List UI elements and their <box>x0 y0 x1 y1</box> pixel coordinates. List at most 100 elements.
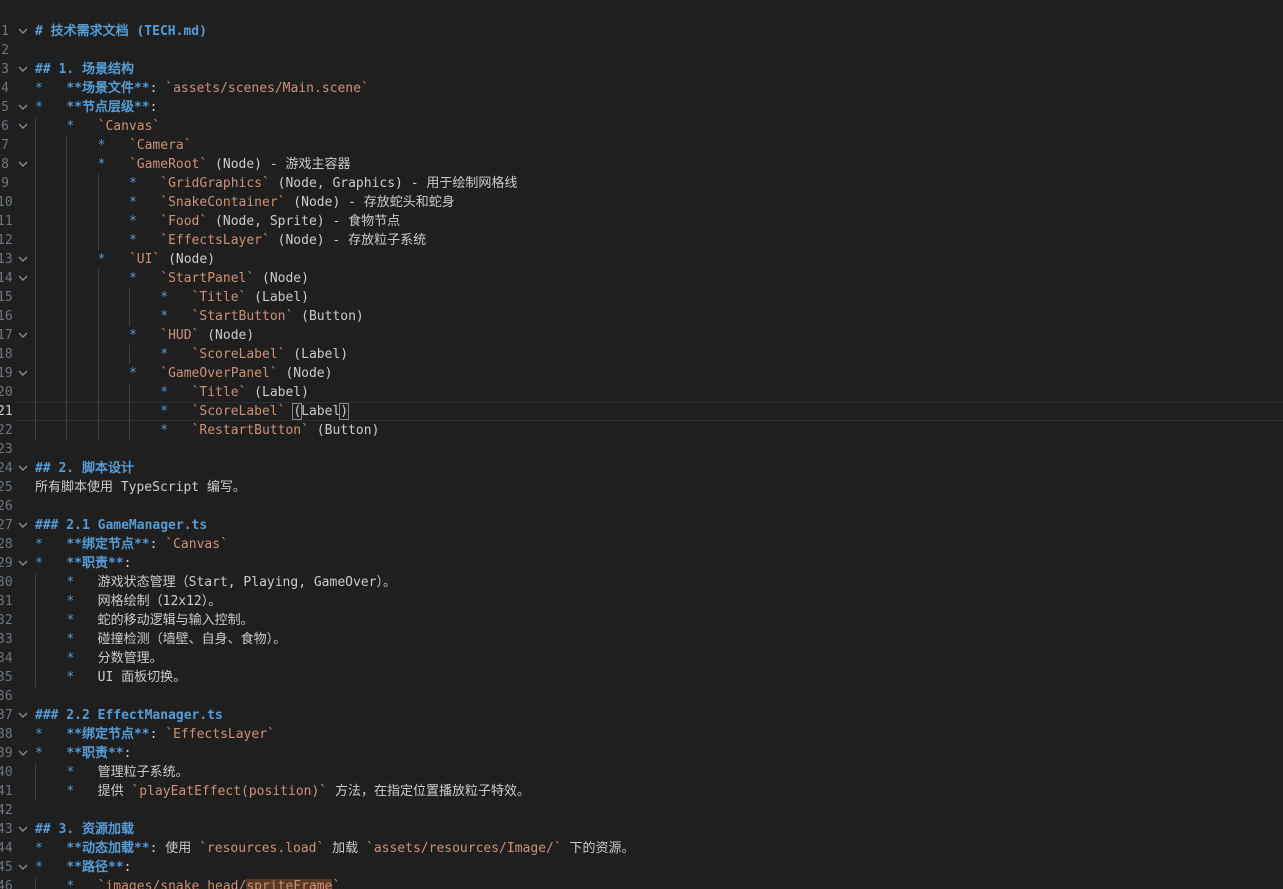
editor-line[interactable]: 3 ## 1. 场景结构 <box>0 60 1283 79</box>
editor-line[interactable]: 38 * **绑定节点**: `EffectsLayer` <box>0 725 1283 744</box>
line-content: * **绑定节点**: `EffectsLayer` <box>35 725 275 744</box>
fold-chevron-icon[interactable] <box>16 60 30 79</box>
editor-line[interactable]: 12 * `EffectsLayer` (Node) - 存放粒子系统 <box>0 231 1283 250</box>
fold-chevron-icon[interactable] <box>16 516 30 535</box>
fold-chevron-icon[interactable] <box>16 269 30 288</box>
editor-line[interactable]: 27 ### 2.1 GameManager.ts <box>0 516 1283 535</box>
editor-line[interactable]: 31 * 网格绘制（12x12）。 <box>0 592 1283 611</box>
editor-line[interactable]: 43 ## 3. 资源加载 <box>0 820 1283 839</box>
token-bullet: * <box>160 423 192 438</box>
token-h: ### 2.1 GameManager.ts <box>35 518 208 533</box>
token-code: `StartPanel` <box>160 271 255 286</box>
editor-line[interactable]: 28 * **绑定节点**: `Canvas` <box>0 535 1283 554</box>
editor-line[interactable]: 16 * `StartButton` (Button) <box>0 307 1283 326</box>
line-content: * `Canvas` <box>35 117 160 136</box>
editor-line[interactable]: 45 * **路径**: <box>0 858 1283 877</box>
fold-chevron-icon[interactable] <box>16 98 30 117</box>
token-bullet: * <box>160 309 192 324</box>
editor-line[interactable]: 42 <box>0 801 1283 820</box>
editor-line[interactable]: 36 <box>0 687 1283 706</box>
fold-chevron-icon[interactable] <box>16 117 30 136</box>
editor-line[interactable]: 34 * 分数管理。 <box>0 649 1283 668</box>
editor-line[interactable]: 25 所有脚本使用 TypeScript 编写。 <box>0 478 1283 497</box>
editor-line[interactable]: 46 * `images/snake_head/spriteFrame` <box>0 877 1283 889</box>
editor-line[interactable]: 1 # 技术需求文档 (TECH.md) <box>0 22 1283 41</box>
line-number: 29 <box>0 556 13 571</box>
editor-line[interactable]: 41 * 提供 `playEatEffect(position)` 方法，在指定… <box>0 782 1283 801</box>
indent-guide <box>128 345 160 364</box>
line-content: * `Title` (Label) <box>35 383 309 402</box>
token-bullet: * <box>35 537 67 552</box>
token-bullet: * <box>66 784 98 799</box>
line-number: 7 <box>1 138 9 153</box>
line-content: * `Food` (Node, Sprite) - 食物节点 <box>35 212 400 231</box>
fold-chevron-icon[interactable] <box>16 155 30 174</box>
line-number: 27 <box>0 518 13 533</box>
editor-line[interactable]: 21 * `ScoreLabel` (Label) <box>0 402 1283 421</box>
token-b: **场景文件** <box>66 81 150 96</box>
editor-line[interactable]: 30 * 游戏状态管理（Start, Playing, GameOver）。 <box>0 573 1283 592</box>
line-content: * 游戏状态管理（Start, Playing, GameOver）。 <box>35 573 396 592</box>
editor-line[interactable]: 32 * 蛇的移动逻辑与输入控制。 <box>0 611 1283 630</box>
editor-line[interactable]: 37 ### 2.2 EffectManager.ts <box>0 706 1283 725</box>
indent-guide <box>66 250 97 269</box>
token-code: `EffectsLayer` <box>160 233 270 248</box>
fold-chevron-icon[interactable] <box>16 364 30 383</box>
editor-line[interactable]: 14 * `StartPanel` (Node) <box>0 269 1283 288</box>
editor-line[interactable]: 8 * `GameRoot` (Node) - 游戏主容器 <box>0 155 1283 174</box>
editor-line[interactable]: 19 * `GameOverPanel` (Node) <box>0 364 1283 383</box>
fold-chevron-icon[interactable] <box>16 250 30 269</box>
line-number: 36 <box>0 689 13 704</box>
editor-line[interactable]: 23 <box>0 440 1283 459</box>
indent-guide <box>35 402 66 421</box>
token-code: `ScoreLabel` <box>191 347 286 362</box>
editor-line[interactable]: 18 * `ScoreLabel` (Label) <box>0 345 1283 364</box>
line-number: 9 <box>1 176 9 191</box>
markdown-editor[interactable]: 1 # 技术需求文档 (TECH.md) 2 3 ## 1. 场景结构 4 * **场景文件… <box>0 0 1283 889</box>
editor-line[interactable]: 35 * UI 面板切换。 <box>0 668 1283 687</box>
editor-line[interactable]: 20 * `Title` (Label) <box>0 383 1283 402</box>
indent-guide <box>66 231 97 250</box>
fold-chevron-icon[interactable] <box>16 820 30 839</box>
token-code: `Title` <box>191 290 247 305</box>
editor-line[interactable]: 15 * `Title` (Label) <box>0 288 1283 307</box>
editor-line[interactable]: 7 * `Camera` <box>0 136 1283 155</box>
editor-line[interactable]: 11 * `Food` (Node, Sprite) - 食物节点 <box>0 212 1283 231</box>
editor-line[interactable]: 33 * 碰撞检测（墙壁、自身、食物）。 <box>0 630 1283 649</box>
editor-line[interactable]: 4 * **场景文件**: `assets/scenes/Main.scene` <box>0 79 1283 98</box>
token-code: `RestartButton` <box>191 423 309 438</box>
fold-chevron-icon[interactable] <box>16 706 30 725</box>
editor-line[interactable]: 24 ## 2. 脚本设计 <box>0 459 1283 478</box>
token-code: `GameRoot` <box>128 157 208 172</box>
editor-line[interactable]: 9 * `GridGraphics` (Node, Graphics) - 用于… <box>0 174 1283 193</box>
line-number: 6 <box>1 119 9 134</box>
line-content: * **路径**: <box>35 858 131 877</box>
editor-line[interactable]: 6 * `Canvas` <box>0 117 1283 136</box>
line-number: 8 <box>1 157 9 172</box>
editor-line[interactable]: 13 * `UI` (Node) <box>0 250 1283 269</box>
line-number: 33 <box>0 632 13 647</box>
editor-line[interactable]: 44 * **动态加载**: 使用 `resources.load` 加载 `as… <box>0 839 1283 858</box>
token-text: 加载 <box>324 841 366 856</box>
editor-line[interactable]: 40 * 管理粒子系统。 <box>0 763 1283 782</box>
token-b: **动态加载** <box>66 841 150 856</box>
fold-chevron-icon[interactable] <box>16 459 30 478</box>
editor-line[interactable]: 26 <box>0 497 1283 516</box>
line-content: * `EffectsLayer` (Node) - 存放粒子系统 <box>35 231 426 250</box>
token-text: (Node) - 存放粒子系统 <box>269 233 427 248</box>
editor-line[interactable]: 22 * `RestartButton` (Button) <box>0 421 1283 440</box>
editor-line[interactable]: 10 * `SnakeContainer` (Node) - 存放蛇头和蛇身 <box>0 193 1283 212</box>
editor-line[interactable]: 39 * **职责**: <box>0 744 1283 763</box>
indent-guide <box>35 649 66 668</box>
fold-chevron-icon[interactable] <box>16 554 30 573</box>
fold-chevron-icon[interactable] <box>16 22 30 41</box>
editor-line[interactable]: 17 * `HUD` (Node) <box>0 326 1283 345</box>
token-bullet: * <box>35 81 67 96</box>
editor-line[interactable]: 29 * **职责**: <box>0 554 1283 573</box>
editor-line[interactable]: 2 <box>0 41 1283 60</box>
fold-chevron-icon[interactable] <box>16 858 30 877</box>
editor-line[interactable]: 5 * **节点层级**: <box>0 98 1283 117</box>
line-content: * `Title` (Label) <box>35 288 309 307</box>
fold-chevron-icon[interactable] <box>16 326 30 345</box>
fold-chevron-icon[interactable] <box>16 744 30 763</box>
